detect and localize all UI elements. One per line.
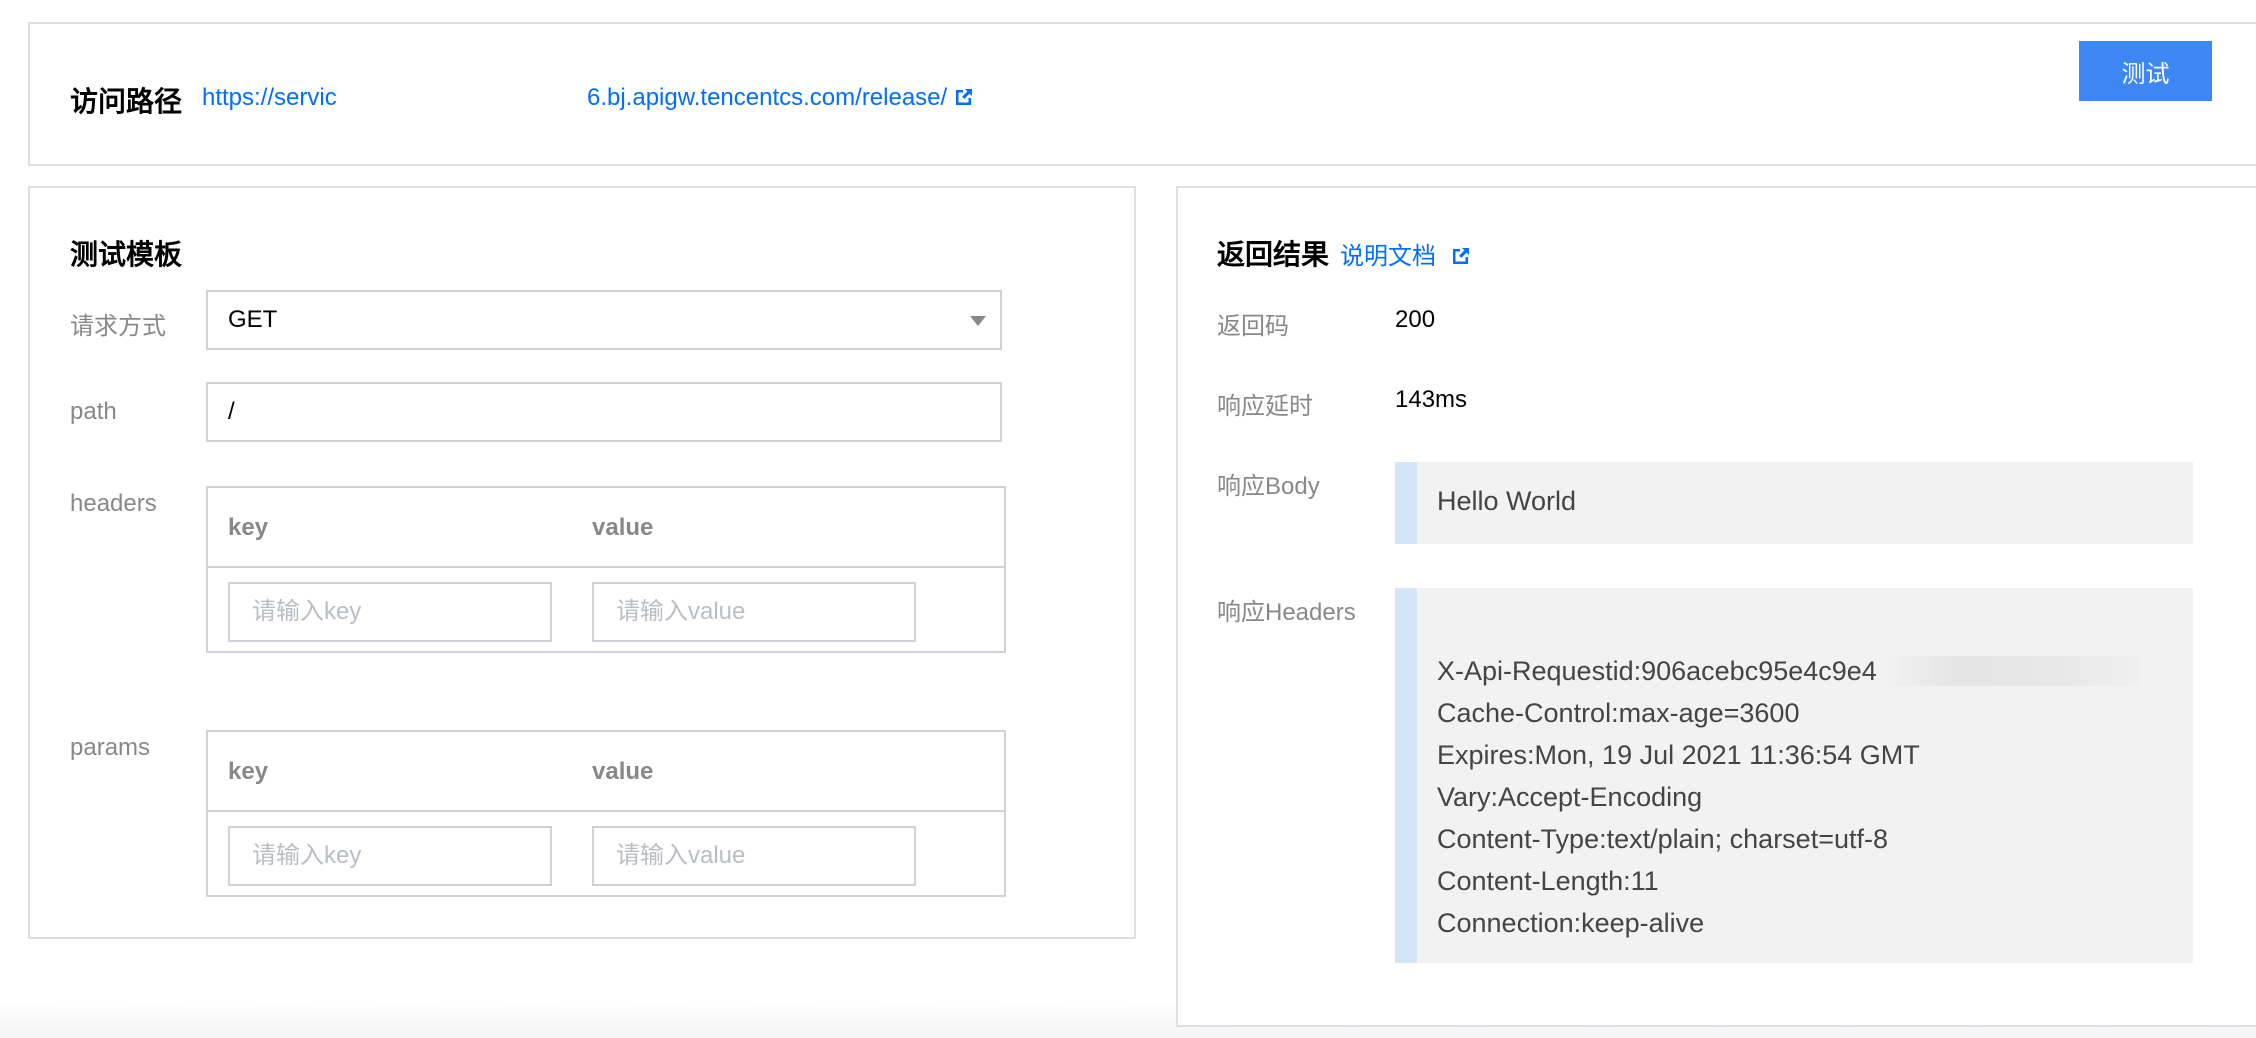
redacted-region (1883, 656, 2139, 686)
header-line: Content-Type:text/plain; charset=utf-8 (1437, 824, 1888, 854)
access-url-start[interactable]: https://servic (202, 84, 337, 112)
params-key-input[interactable] (228, 826, 552, 886)
response-headers-label: 响应Headers (1217, 599, 1356, 626)
path-input-value: / (228, 398, 235, 425)
header-line: X-Api-Requestid:906acebc95e4c9e4 (1437, 656, 1877, 686)
external-link-icon[interactable] (954, 87, 974, 107)
params-value-column: value (592, 758, 654, 785)
headers-table: key value (206, 486, 1006, 653)
status-code-label: 返回码 (1217, 313, 1289, 340)
response-headers-box: X-Api-Requestid:906acebc95e4c9e4 Cache-C… (1395, 588, 2193, 963)
headers-table-header: key value (208, 488, 1004, 568)
result-title: 返回结果 (1217, 239, 1330, 270)
headers-label: headers (70, 490, 157, 517)
headers-value-input[interactable] (592, 582, 916, 642)
headers-key-input[interactable] (228, 582, 552, 642)
params-value-input[interactable] (592, 826, 916, 886)
header-line: Connection:keep-alive (1437, 908, 1705, 938)
test-button[interactable]: 测试 (2079, 41, 2212, 101)
response-body-text: Hello World (1437, 486, 1577, 516)
header-line: Content-Length:11 (1437, 866, 1659, 896)
headers-value-column: value (592, 514, 654, 541)
response-body-box: Hello World (1395, 462, 2193, 544)
status-code-value: 200 (1395, 306, 1436, 333)
header-line: Expires:Mon, 19 Jul 2021 11:36:54 GMT (1437, 740, 1920, 770)
access-url-text[interactable]: 6.bj.apigw.tencentcs.com/release/ (587, 84, 947, 111)
access-path-panel (28, 22, 2256, 166)
access-path-title: 访问路径 (70, 86, 183, 117)
params-key-column: key (228, 758, 269, 785)
params-label: params (70, 734, 151, 761)
latency-value: 143ms (1395, 386, 1468, 413)
doc-link-text[interactable]: 说明文档 (1340, 243, 1436, 270)
path-label: path (70, 398, 117, 425)
headers-key-column: key (228, 514, 269, 541)
header-line: Cache-Control:max-age=3600 (1437, 698, 1800, 728)
external-link-icon[interactable] (1451, 246, 1471, 266)
header-line: Vary:Accept-Encoding (1437, 782, 1703, 812)
chevron-down-icon[interactable] (970, 316, 986, 326)
method-select-value: GET (228, 306, 278, 333)
method-select[interactable]: GET (206, 290, 1002, 350)
path-input[interactable]: / (206, 382, 1002, 442)
params-table: key value (206, 730, 1006, 897)
method-label: 请求方式 (70, 313, 166, 340)
params-table-header: key value (208, 732, 1004, 812)
doc-link[interactable]: 说明文档 (1340, 236, 1471, 271)
latency-label: 响应延时 (1217, 393, 1313, 420)
body-label: 响应Body (1217, 473, 1320, 500)
test-template-title: 测试模板 (70, 239, 183, 270)
access-url-end[interactable]: 6.bj.apigw.tencentcs.com/release/ (587, 84, 974, 112)
